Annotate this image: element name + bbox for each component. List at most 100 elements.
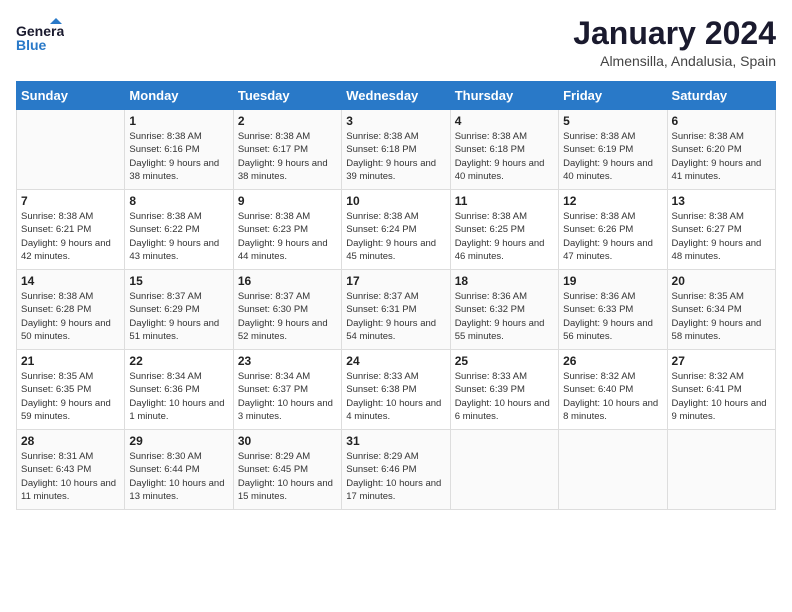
calendar-cell: 15 Sunrise: 8:37 AMSunset: 6:29 PMDayligh… xyxy=(125,270,233,350)
calendar-cell xyxy=(559,430,667,510)
day-number: 30 xyxy=(238,434,337,448)
calendar-cell: 5Sunrise: 8:38 AMSunset: 6:19 PMDaylight… xyxy=(559,110,667,190)
day-info: Sunrise: 8:38 AMSunset: 6:26 PMDaylight:… xyxy=(563,210,662,263)
calendar-header-row: Sunday Monday Tuesday Wednesday Thursday… xyxy=(17,82,776,110)
col-sunday: Sunday xyxy=(17,82,125,110)
calendar-cell: 23 Sunrise: 8:34 AMSunset: 6:37 PMDayligh… xyxy=(233,350,341,430)
day-info: Sunrise: 8:31 AMSunset: 6:43 PMDaylight:… xyxy=(21,450,120,503)
day-number: 28 xyxy=(21,434,120,448)
day-info: Sunrise: 8:35 AMSunset: 6:34 PMDaylight:… xyxy=(672,290,771,343)
day-number: 31 xyxy=(346,434,445,448)
calendar-cell: 30 Sunrise: 8:29 AMSunset: 6:45 PMDayligh… xyxy=(233,430,341,510)
day-number: 29 xyxy=(129,434,228,448)
day-number: 20 xyxy=(672,274,771,288)
day-number: 24 xyxy=(346,354,445,368)
calendar-cell: 28 Sunrise: 8:31 AMSunset: 6:43 PMDayligh… xyxy=(17,430,125,510)
calendar-cell: 19 Sunrise: 8:36 AMSunset: 6:33 PMDayligh… xyxy=(559,270,667,350)
day-info: Sunrise: 8:38 AMSunset: 6:23 PMDaylight:… xyxy=(238,210,337,263)
calendar-cell: 18 Sunrise: 8:36 AMSunset: 6:32 PMDayligh… xyxy=(450,270,558,350)
day-number: 26 xyxy=(563,354,662,368)
day-number: 22 xyxy=(129,354,228,368)
day-number: 19 xyxy=(563,274,662,288)
calendar-cell: 10Sunrise: 8:38 AMSunset: 6:24 PMDayligh… xyxy=(342,190,450,270)
logo: General Blue xyxy=(16,16,64,58)
page-header: General Blue January 2024 Almensilla, An… xyxy=(16,16,776,69)
calendar-cell: 6Sunrise: 8:38 AMSunset: 6:20 PMDaylight… xyxy=(667,110,775,190)
col-monday: Monday xyxy=(125,82,233,110)
day-info: Sunrise: 8:38 AMSunset: 6:18 PMDaylight:… xyxy=(455,130,554,183)
calendar-subtitle: Almensilla, Andalusia, Spain xyxy=(573,53,776,69)
day-info: Sunrise: 8:34 AMSunset: 6:36 PMDaylight:… xyxy=(129,370,228,423)
week-row: 21 Sunrise: 8:35 AMSunset: 6:35 PMDayligh… xyxy=(17,350,776,430)
calendar-cell xyxy=(17,110,125,190)
calendar-cell: 31Sunrise: 8:29 AMSunset: 6:46 PMDayligh… xyxy=(342,430,450,510)
day-number: 1 xyxy=(129,114,228,128)
col-wednesday: Wednesday xyxy=(342,82,450,110)
day-info: Sunrise: 8:38 AMSunset: 6:18 PMDaylight:… xyxy=(346,130,445,183)
day-number: 13 xyxy=(672,194,771,208)
calendar-cell: 14 Sunrise: 8:38 AMSunset: 6:28 PMDayligh… xyxy=(17,270,125,350)
day-number: 12 xyxy=(563,194,662,208)
calendar-cell: 26 Sunrise: 8:32 AMSunset: 6:40 PMDayligh… xyxy=(559,350,667,430)
day-info: Sunrise: 8:38 AMSunset: 6:20 PMDaylight:… xyxy=(672,130,771,183)
calendar-title: January 2024 xyxy=(573,16,776,51)
day-info: Sunrise: 8:38 AMSunset: 6:28 PMDaylight:… xyxy=(21,290,120,343)
day-number: 17 xyxy=(346,274,445,288)
calendar-table: Sunday Monday Tuesday Wednesday Thursday… xyxy=(16,81,776,510)
day-info: Sunrise: 8:30 AMSunset: 6:44 PMDaylight:… xyxy=(129,450,228,503)
calendar-cell: 8 Sunrise: 8:38 AMSunset: 6:22 PMDaylight… xyxy=(125,190,233,270)
col-thursday: Thursday xyxy=(450,82,558,110)
day-info: Sunrise: 8:38 AMSunset: 6:25 PMDaylight:… xyxy=(455,210,554,263)
day-info: Sunrise: 8:36 AMSunset: 6:33 PMDaylight:… xyxy=(563,290,662,343)
day-info: Sunrise: 8:37 AMSunset: 6:31 PMDaylight:… xyxy=(346,290,445,343)
day-number: 4 xyxy=(455,114,554,128)
day-info: Sunrise: 8:38 AMSunset: 6:24 PMDaylight:… xyxy=(346,210,445,263)
calendar-cell: 7 Sunrise: 8:38 AMSunset: 6:21 PMDaylight… xyxy=(17,190,125,270)
day-number: 23 xyxy=(238,354,337,368)
day-info: Sunrise: 8:38 AMSunset: 6:19 PMDaylight:… xyxy=(563,130,662,183)
day-info: Sunrise: 8:36 AMSunset: 6:32 PMDaylight:… xyxy=(455,290,554,343)
day-info: Sunrise: 8:35 AMSunset: 6:35 PMDaylight:… xyxy=(21,370,120,423)
day-number: 7 xyxy=(21,194,120,208)
day-info: Sunrise: 8:32 AMSunset: 6:40 PMDaylight:… xyxy=(563,370,662,423)
col-friday: Friday xyxy=(559,82,667,110)
calendar-cell: 1 Sunrise: 8:38 AMSunset: 6:16 PMDaylight… xyxy=(125,110,233,190)
title-section: January 2024 Almensilla, Andalusia, Spai… xyxy=(573,16,776,69)
calendar-cell: 21 Sunrise: 8:35 AMSunset: 6:35 PMDayligh… xyxy=(17,350,125,430)
week-row: 7 Sunrise: 8:38 AMSunset: 6:21 PMDaylight… xyxy=(17,190,776,270)
calendar-cell: 29 Sunrise: 8:30 AMSunset: 6:44 PMDayligh… xyxy=(125,430,233,510)
calendar-cell: 3Sunrise: 8:38 AMSunset: 6:18 PMDaylight… xyxy=(342,110,450,190)
calendar-cell xyxy=(667,430,775,510)
day-info: Sunrise: 8:34 AMSunset: 6:37 PMDaylight:… xyxy=(238,370,337,423)
calendar-cell: 13Sunrise: 8:38 AMSunset: 6:27 PMDayligh… xyxy=(667,190,775,270)
day-info: Sunrise: 8:37 AMSunset: 6:29 PMDaylight:… xyxy=(129,290,228,343)
day-number: 11 xyxy=(455,194,554,208)
calendar-cell: 4 Sunrise: 8:38 AMSunset: 6:18 PMDaylight… xyxy=(450,110,558,190)
calendar-cell xyxy=(450,430,558,510)
day-number: 15 xyxy=(129,274,228,288)
col-saturday: Saturday xyxy=(667,82,775,110)
day-number: 8 xyxy=(129,194,228,208)
day-info: Sunrise: 8:38 AMSunset: 6:21 PMDaylight:… xyxy=(21,210,120,263)
logo-icon: General Blue xyxy=(16,16,64,58)
week-row: 28 Sunrise: 8:31 AMSunset: 6:43 PMDayligh… xyxy=(17,430,776,510)
day-info: Sunrise: 8:38 AMSunset: 6:22 PMDaylight:… xyxy=(129,210,228,263)
svg-text:Blue: Blue xyxy=(16,37,47,53)
week-row: 14 Sunrise: 8:38 AMSunset: 6:28 PMDayligh… xyxy=(17,270,776,350)
day-info: Sunrise: 8:38 AMSunset: 6:16 PMDaylight:… xyxy=(129,130,228,183)
week-row: 1 Sunrise: 8:38 AMSunset: 6:16 PMDaylight… xyxy=(17,110,776,190)
day-info: Sunrise: 8:29 AMSunset: 6:45 PMDaylight:… xyxy=(238,450,337,503)
day-info: Sunrise: 8:32 AMSunset: 6:41 PMDaylight:… xyxy=(672,370,771,423)
calendar-cell: 12 Sunrise: 8:38 AMSunset: 6:26 PMDayligh… xyxy=(559,190,667,270)
calendar-cell: 24Sunrise: 8:33 AMSunset: 6:38 PMDayligh… xyxy=(342,350,450,430)
day-number: 27 xyxy=(672,354,771,368)
day-number: 18 xyxy=(455,274,554,288)
day-number: 21 xyxy=(21,354,120,368)
col-tuesday: Tuesday xyxy=(233,82,341,110)
day-info: Sunrise: 8:38 AMSunset: 6:17 PMDaylight:… xyxy=(238,130,337,183)
calendar-cell: 17 Sunrise: 8:37 AMSunset: 6:31 PMDayligh… xyxy=(342,270,450,350)
day-number: 14 xyxy=(21,274,120,288)
calendar-cell: 22 Sunrise: 8:34 AMSunset: 6:36 PMDayligh… xyxy=(125,350,233,430)
calendar-cell: 11 Sunrise: 8:38 AMSunset: 6:25 PMDayligh… xyxy=(450,190,558,270)
calendar-cell: 20 Sunrise: 8:35 AMSunset: 6:34 PMDayligh… xyxy=(667,270,775,350)
